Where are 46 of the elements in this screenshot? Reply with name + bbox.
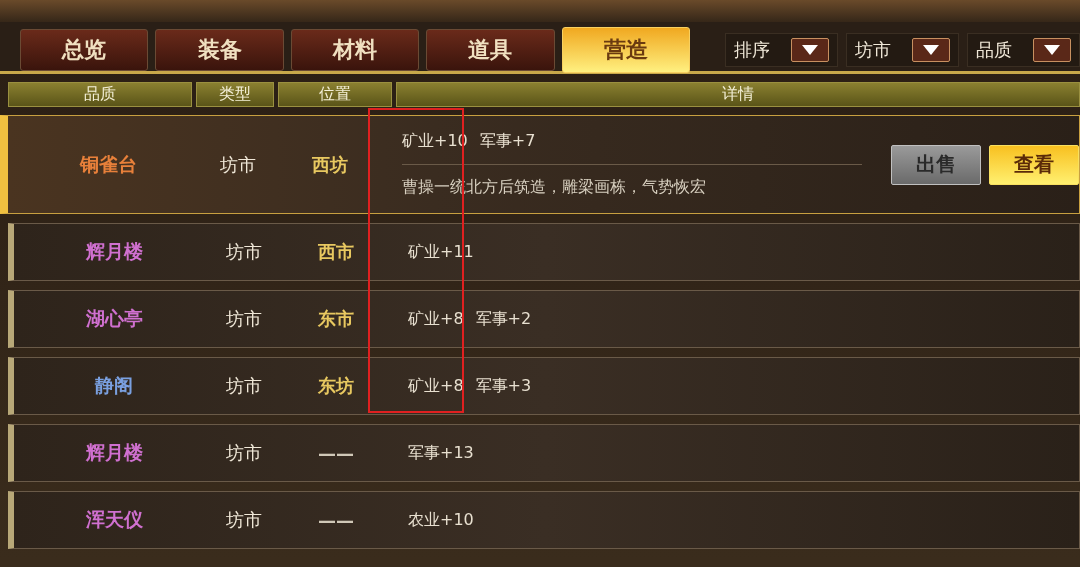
dropdown-caret-icon: [791, 37, 830, 62]
item-type: 坊市: [225, 374, 263, 398]
dropdown-caret-icon: [912, 37, 951, 62]
tab[interactable]: 营造: [561, 26, 691, 73]
bonus-text: 军事+13: [408, 442, 474, 464]
tab[interactable]: 总览: [20, 28, 149, 71]
bonus-text: 军事+7: [479, 131, 536, 152]
item-location: 东坊: [317, 374, 355, 398]
item-location: 东市: [317, 307, 355, 331]
tab[interactable]: 材料: [290, 28, 420, 71]
filter-dropdown[interactable]: 品质: [967, 32, 1080, 67]
bonus-text: 矿业+8: [408, 375, 464, 397]
column-header: 类型: [196, 82, 274, 107]
tab[interactable]: 道具: [426, 28, 555, 71]
item-name: 辉月楼: [84, 239, 144, 264]
column-header: 位置: [277, 82, 393, 107]
item-name: 浑天仪: [84, 507, 144, 532]
item-location: 西坊: [311, 152, 349, 177]
item-type: 坊市: [219, 152, 257, 177]
bonus-text: 军事+3: [475, 375, 532, 397]
item-name: 辉月楼: [84, 440, 144, 465]
bonus-text: 矿业+8: [408, 308, 464, 330]
item-type: 坊市: [225, 508, 263, 532]
item-type: 坊市: [225, 240, 263, 264]
item-name: 湖心亭: [84, 306, 144, 331]
item-name: 铜雀台: [78, 151, 138, 177]
column-header: 详情: [396, 82, 1080, 107]
table-row[interactable]: 湖心亭 坊市 东市 矿业+8 军事+2: [8, 290, 1080, 348]
view-button[interactable]: 查看: [989, 144, 1079, 185]
bonus-text: 军事+2: [475, 308, 532, 330]
table-row[interactable]: 辉月楼 坊市 —— 军事+13: [8, 424, 1080, 482]
table-row[interactable]: 浑天仪 坊市 —— 农业+10: [8, 491, 1080, 549]
item-name: 静阁: [93, 373, 134, 398]
item-type: 坊市: [225, 441, 263, 465]
table-row[interactable]: 静阁 坊市 东坊 矿业+8 军事+3: [8, 357, 1080, 415]
item-location: ——: [317, 442, 355, 464]
item-type: 坊市: [225, 307, 263, 331]
dropdown-caret-icon: [1033, 37, 1072, 62]
tab[interactable]: 装备: [155, 28, 284, 71]
sell-button[interactable]: 出售: [891, 144, 981, 185]
filter-dropdown[interactable]: 坊市: [846, 32, 960, 67]
bonus-text: 农业+10: [408, 509, 474, 531]
item-location: 西市: [317, 240, 355, 264]
filter-dropdown[interactable]: 排序: [725, 32, 839, 67]
column-header: 品质: [8, 82, 193, 107]
item-location: ——: [317, 509, 355, 531]
